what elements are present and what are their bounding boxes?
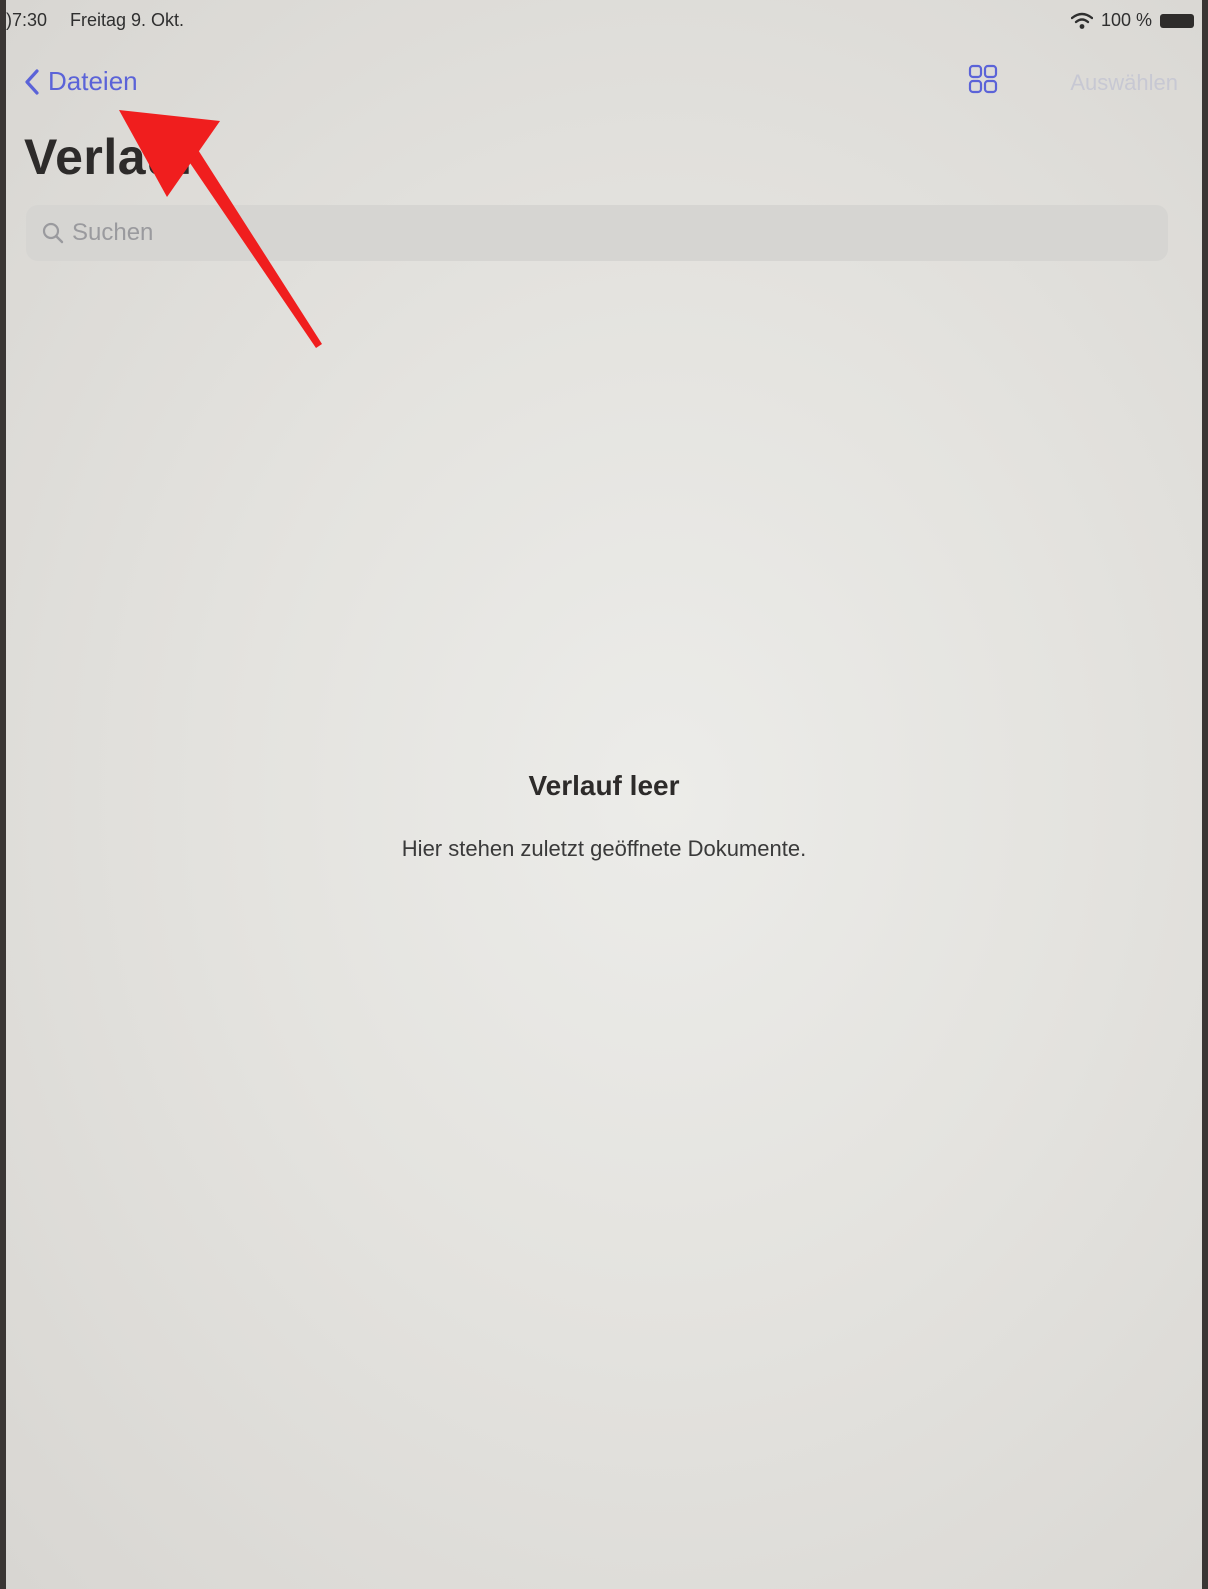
select-button[interactable]: Auswählen — [1070, 70, 1178, 96]
back-button-label: Dateien — [48, 66, 138, 96]
wifi-icon — [1070, 12, 1093, 29]
back-button[interactable]: Dateien — [24, 66, 138, 97]
battery-percent: 100 % — [1100, 10, 1152, 30]
files-app-screen: )7:30 Freitag 9. Okt. 100 % Dateien Ausw… — [6, 0, 1202, 1589]
page-title: Verlauf — [24, 129, 195, 185]
empty-state: Verlauf leer Hier stehen zuletzt geöffne… — [6, 770, 1202, 862]
search-icon — [42, 222, 64, 244]
empty-state-subtitle: Hier stehen zuletzt geöffnete Dokumente. — [401, 836, 807, 861]
status-bar: )7:30 Freitag 9. Okt. 100 % — [6, 10, 1202, 40]
battery-icon — [1160, 13, 1194, 28]
search-placeholder: Suchen — [72, 219, 154, 246]
status-time: )7:30 — [6, 10, 48, 30]
empty-state-title: Verlauf leer — [528, 770, 680, 801]
chevron-left-icon — [25, 68, 39, 95]
search-input[interactable]: Suchen — [26, 205, 1168, 261]
navigation-bar: Dateien Auswählen — [6, 58, 1202, 104]
grid-view-icon[interactable] — [968, 64, 998, 94]
status-right: 100 % — [1070, 10, 1194, 31]
status-date: Freitag 9. Okt. — [70, 10, 185, 30]
